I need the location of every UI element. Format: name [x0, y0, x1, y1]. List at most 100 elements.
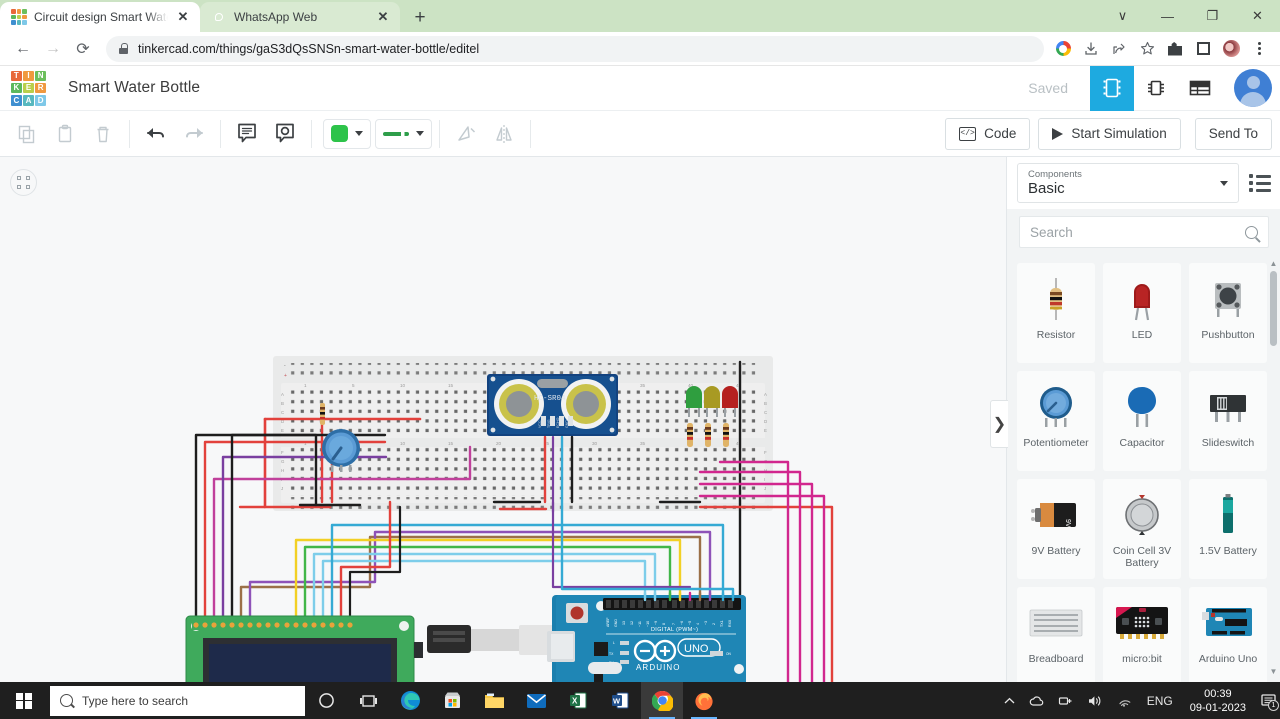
circuit-canvas[interactable]: - + 1510 152025 303540 45 1510 152025 30…: [0, 157, 1006, 682]
tinkercad-logo[interactable]: T I N K E R C A D: [11, 70, 46, 106]
new-tab-button[interactable]: +: [406, 3, 434, 31]
component-card-slideswitch[interactable]: Slideswitch: [1189, 371, 1267, 471]
send-to-button[interactable]: Send To: [1194, 117, 1272, 150]
search-box[interactable]: [1019, 216, 1269, 248]
app-header: T I N K E R C A D Smart Water Bottle Sav…: [0, 65, 1280, 111]
component-card-arduino-uno[interactable]: Arduino Uno: [1189, 587, 1267, 682]
copy-icon: [18, 125, 35, 143]
file-explorer-icon[interactable]: [473, 682, 515, 719]
copy-button[interactable]: [8, 115, 46, 153]
color-picker-button[interactable]: [323, 118, 371, 149]
component-card-15v-battery[interactable]: 1.5V Battery: [1189, 479, 1267, 579]
search-input[interactable]: [1030, 224, 1245, 240]
panel-scrollbar[interactable]: ▲ ▼: [1269, 257, 1278, 677]
excel-icon[interactable]: X: [557, 682, 599, 719]
clock[interactable]: 00:39 09-01-2023: [1180, 682, 1256, 719]
svg-text:10: 10: [400, 441, 406, 446]
svg-text:L: L: [613, 641, 615, 645]
paste-button[interactable]: [46, 115, 84, 153]
browser-tab-1[interactable]: WhatsApp Web ✕: [200, 2, 400, 32]
component-card-microbit[interactable]: micro:bit: [1103, 587, 1181, 682]
list-view-toggle[interactable]: [1249, 174, 1271, 192]
editor-toolbar: </> Code Start Simulation Send To: [0, 111, 1280, 157]
onedrive-icon[interactable]: [1022, 682, 1051, 719]
search-tabs-icon[interactable]: ∨: [1100, 0, 1145, 32]
extensions-puzzle-icon[interactable]: [1162, 36, 1188, 62]
scroll-down-icon[interactable]: ▼: [1269, 665, 1278, 677]
chevron-down-icon: [355, 131, 363, 136]
cortana-icon[interactable]: [305, 682, 347, 719]
network-icon[interactable]: [1051, 682, 1080, 719]
taskbar-search[interactable]: Type here to search: [50, 685, 305, 716]
volume-icon[interactable]: [1080, 682, 1110, 719]
chrome-icon[interactable]: [641, 682, 683, 719]
back-icon[interactable]: ←: [8, 34, 38, 64]
google-icon[interactable]: [1050, 36, 1076, 62]
component-card-resistor[interactable]: Resistor: [1017, 263, 1095, 363]
browser-tab-0[interactable]: Circuit design Smart Water Bottle ✕: [0, 2, 200, 32]
page-title[interactable]: Smart Water Bottle: [68, 79, 200, 97]
mail-icon[interactable]: [515, 682, 557, 719]
annotation-button[interactable]: [266, 115, 304, 153]
forward-icon[interactable]: →: [38, 34, 68, 64]
profile-avatar[interactable]: [1218, 36, 1244, 62]
start-simulation-button[interactable]: Start Simulation: [1038, 117, 1181, 150]
tab-close-icon[interactable]: ✕: [175, 9, 191, 25]
view-button-list[interactable]: [1178, 66, 1222, 111]
component-card-potentiometer[interactable]: Potentiometer: [1017, 371, 1095, 471]
share-icon[interactable]: [1106, 36, 1132, 62]
mirror-button[interactable]: [485, 115, 523, 153]
undo-button[interactable]: [137, 115, 175, 153]
wifi-icon[interactable]: [1110, 682, 1140, 719]
component-card-breadboard[interactable]: Breadboard: [1017, 587, 1095, 682]
svg-text:A: A: [764, 392, 767, 397]
component-label: 1.5V Battery: [1199, 545, 1257, 557]
edge-icon[interactable]: [389, 682, 431, 719]
word-icon[interactable]: W: [599, 682, 641, 719]
svg-text:F: F: [281, 450, 284, 455]
view-button-schematic[interactable]: [1134, 66, 1178, 111]
delete-button[interactable]: [84, 115, 122, 153]
trash-icon: [97, 126, 109, 142]
svg-text:1: 1: [304, 383, 307, 388]
start-button[interactable]: [0, 682, 48, 719]
language-indicator[interactable]: ENG: [1140, 682, 1180, 719]
scrollbar-thumb[interactable]: [1270, 271, 1277, 346]
table-icon: [1189, 80, 1211, 96]
chrome-menu-icon[interactable]: [1246, 36, 1272, 62]
microsoft-store-icon[interactable]: [431, 682, 473, 719]
svg-text:GND: GND: [614, 619, 618, 627]
tab-close-icon[interactable]: ✕: [375, 9, 391, 25]
bookmark-star-icon[interactable]: [1134, 36, 1160, 62]
wire-style-button[interactable]: [375, 118, 432, 149]
address-bar[interactable]: tinkercad.com/things/gaS3dQsSNSn-smart-w…: [106, 35, 1044, 62]
component-card-capacitor[interactable]: Capacitor: [1103, 371, 1181, 471]
component-card-pushbutton[interactable]: Pushbutton: [1189, 263, 1267, 363]
component-card-coin-cell[interactable]: Coin Cell 3V Battery: [1103, 479, 1181, 579]
task-view-icon[interactable]: [347, 682, 389, 719]
maximize-icon[interactable]: ❐: [1190, 0, 1235, 32]
close-window-icon[interactable]: ✕: [1235, 0, 1280, 32]
component-card-led[interactable]: LED: [1103, 263, 1181, 363]
user-avatar[interactable]: [1234, 69, 1272, 107]
tray-expand-icon[interactable]: [997, 682, 1022, 719]
install-icon[interactable]: [1078, 36, 1104, 62]
redo-button[interactable]: [175, 115, 213, 153]
panel-header: Components Basic: [1007, 157, 1280, 209]
notes-button[interactable]: [228, 115, 266, 153]
component-card-9v-battery[interactable]: 9V 9V Battery: [1017, 479, 1095, 579]
reload-icon[interactable]: ⟳: [68, 34, 98, 64]
scroll-up-icon[interactable]: ▲: [1269, 257, 1278, 269]
svg-text:C: C: [281, 410, 284, 415]
code-button[interactable]: </> Code: [945, 117, 1031, 150]
view-button-component[interactable]: [1090, 65, 1134, 111]
minimize-icon[interactable]: —: [1145, 0, 1190, 32]
side-panel-icon[interactable]: [1190, 36, 1216, 62]
search-icon[interactable]: [1245, 225, 1258, 239]
firefox-icon[interactable]: [683, 682, 725, 719]
rotate-button[interactable]: [447, 115, 485, 153]
notification-center-icon[interactable]: 1: [1256, 682, 1280, 719]
panel-collapse-button[interactable]: ❯: [990, 400, 1008, 448]
resistor-pot: [320, 403, 325, 425]
components-category-select[interactable]: Components Basic: [1017, 163, 1239, 203]
